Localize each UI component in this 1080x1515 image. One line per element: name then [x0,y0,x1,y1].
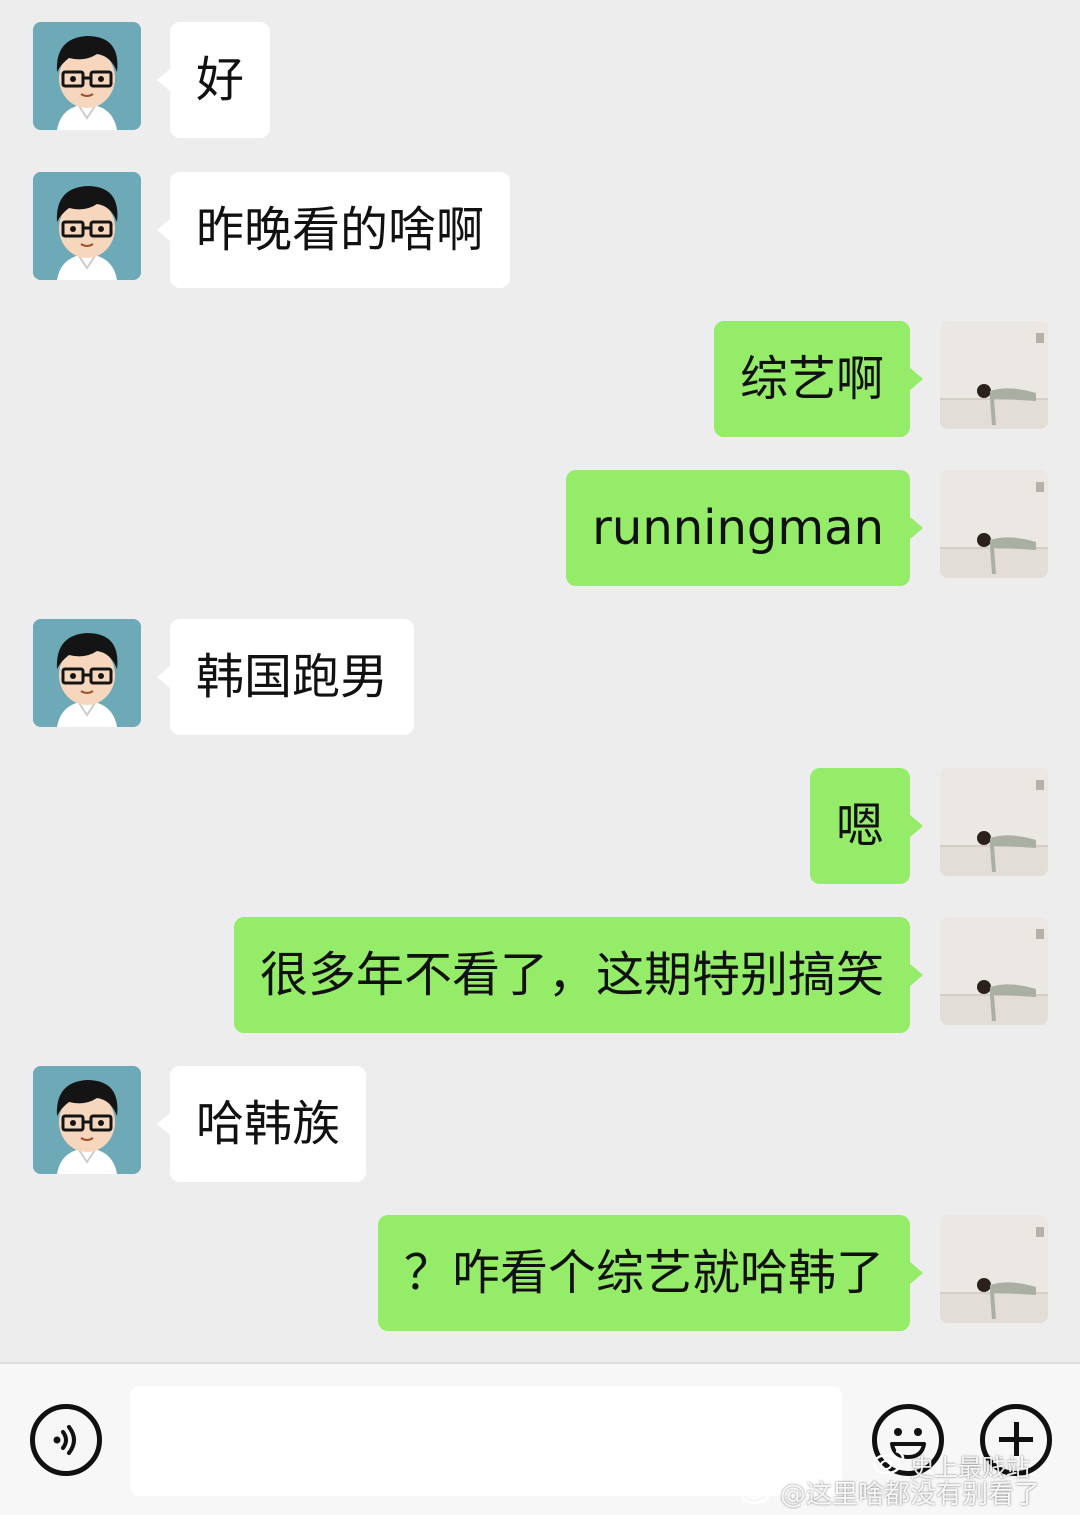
message-row: 哈韩族 [0,1066,1080,1184]
message-bubble-outgoing[interactable]: 很多年不看了，这期特别搞笑 [233,917,924,1033]
message-row: 嗯 [0,768,1080,886]
message-input[interactable] [130,1386,842,1496]
message-bubble-incoming[interactable]: 哈韩族 [156,1066,367,1182]
contact-avatar[interactable] [33,172,141,280]
self-avatar[interactable] [940,917,1048,1025]
weibo-logo-icon [739,1476,775,1504]
contact-avatar[interactable] [33,1066,141,1174]
message-row: 韩国跑男 [0,619,1080,737]
self-avatar[interactable] [940,768,1048,876]
message-row: 综艺啊 [0,321,1080,439]
self-avatar[interactable] [940,470,1048,578]
message-bubble-outgoing[interactable]: runningman [566,470,923,586]
message-row: runningman [0,470,1080,588]
message-row: 昨晚看的啥啊 [0,172,1080,290]
message-row: 很多年不看了，这期特别搞笑 [0,917,1080,1035]
contact-avatar[interactable] [33,22,141,130]
self-avatar[interactable] [940,1215,1048,1323]
message-row: ？咋看个综艺就哈韩了 [0,1215,1080,1333]
weibo-logo-icon [872,1449,905,1474]
message-bubble-outgoing[interactable]: 嗯 [809,768,924,884]
self-avatar[interactable] [940,321,1048,429]
message-row: 好 [0,22,1080,140]
message-bubble-outgoing[interactable]: 综艺啊 [713,321,924,437]
message-bubble-incoming[interactable]: 韩国跑男 [156,619,415,735]
message-bubble-incoming[interactable]: 昨晚看的啥啊 [156,172,511,288]
watermark-handle: @这里啥都没有别看了 [780,1480,1041,1510]
voice-icon[interactable] [30,1404,102,1476]
chat-area[interactable]: 好 昨晚看的啥啊 综艺啊 runningman 韩国跑男 嗯 很多年不看了，这期… [0,0,1080,1362]
message-bubble-outgoing[interactable]: ？咋看个综艺就哈韩了 [377,1215,924,1331]
contact-avatar[interactable] [33,619,141,727]
message-bubble-incoming[interactable]: 好 [156,22,271,138]
